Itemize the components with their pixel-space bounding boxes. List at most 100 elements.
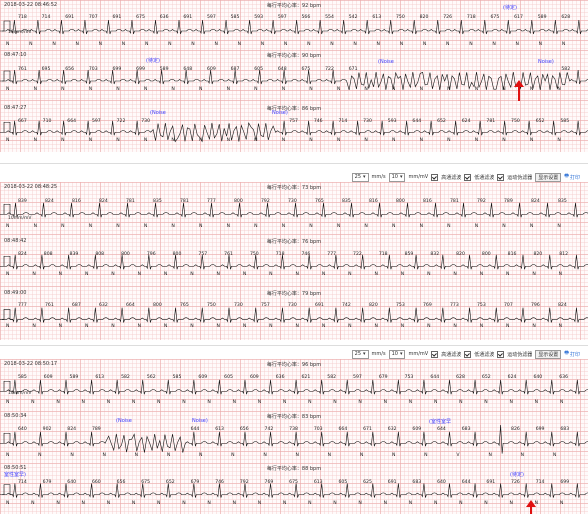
beat-label: N bbox=[336, 224, 341, 229]
beat-label: N bbox=[509, 400, 513, 405]
beat-label: N bbox=[137, 324, 142, 329]
ecg-strip: 08:47:27 每行平均心率：86 bpm (Noise Noise) 667… bbox=[0, 100, 588, 152]
beat-label: N bbox=[484, 501, 488, 506]
printer-icon: 🖶 bbox=[564, 350, 569, 356]
beat-label: N bbox=[392, 138, 396, 143]
beat-label: N bbox=[295, 453, 299, 458]
beat-label: N bbox=[474, 138, 479, 143]
beat-label: N bbox=[134, 453, 139, 458]
beat-label: N bbox=[116, 138, 120, 143]
beat-label: N bbox=[561, 42, 566, 47]
beat-label: N bbox=[33, 224, 37, 229]
display-settings-button[interactable]: 显示设置 bbox=[535, 349, 562, 359]
beat-label: N bbox=[557, 87, 561, 92]
motion-filter-checkbox[interactable] bbox=[497, 350, 505, 358]
highpass-checkbox[interactable] bbox=[431, 173, 439, 181]
beat-label: N bbox=[58, 272, 63, 277]
speed-select[interactable]: 25 ▾ bbox=[351, 172, 369, 182]
beat-label: N bbox=[88, 138, 93, 143]
beat-label: N bbox=[392, 224, 396, 229]
beat-label: N bbox=[383, 400, 388, 405]
beat-label: N bbox=[479, 324, 484, 329]
beat-label: N bbox=[84, 324, 89, 329]
beat-label: N bbox=[308, 501, 312, 506]
beat-label: N bbox=[61, 138, 65, 143]
beat-label: N bbox=[321, 272, 326, 277]
motion-filter-checkbox[interactable] bbox=[497, 173, 505, 181]
ecg-trace bbox=[0, 379, 588, 395]
beat-label: N bbox=[38, 453, 42, 458]
chevron-down-icon: ▾ bbox=[363, 351, 366, 357]
print-button[interactable]: 🖶 打印 bbox=[564, 350, 580, 358]
beat-label: N bbox=[492, 42, 496, 47]
beat-label: N bbox=[392, 87, 396, 92]
red-arrow-marker bbox=[514, 80, 524, 101]
beat-label: N bbox=[474, 224, 479, 229]
beat-label: N bbox=[433, 501, 438, 506]
beat-label: N bbox=[333, 501, 337, 506]
beat-label: N bbox=[168, 42, 172, 47]
beat-label: N bbox=[427, 272, 431, 277]
beat-label: N bbox=[348, 272, 352, 277]
beat-label: N bbox=[532, 324, 536, 329]
beat-label: N bbox=[102, 453, 106, 458]
beat-label: N bbox=[309, 224, 313, 229]
beat-label: N bbox=[6, 87, 10, 92]
ecg-trace bbox=[0, 307, 588, 323]
beat-label: N bbox=[308, 400, 312, 405]
ecg-strip: 08:50:51 每行平均心率：88 bpm 室性室早) (待定) 714 679… bbox=[0, 463, 588, 514]
beat-label: N bbox=[29, 42, 33, 47]
calibration-pulse bbox=[2, 255, 13, 267]
beat-label: N bbox=[214, 42, 218, 47]
highpass-checkbox[interactable] bbox=[431, 350, 439, 358]
beat-label: N bbox=[484, 400, 488, 405]
calibration-pulse bbox=[2, 70, 13, 82]
beat-label: N bbox=[254, 138, 258, 143]
beat-label: N bbox=[474, 87, 479, 92]
beat-label: N bbox=[336, 87, 341, 92]
beat-label: N bbox=[552, 453, 557, 458]
beat-label: V bbox=[456, 453, 460, 458]
beat-label: N bbox=[327, 453, 332, 458]
chevron-down-icon: ▾ bbox=[399, 174, 403, 180]
beat-label: N bbox=[557, 138, 561, 143]
beat-label-row: NNNNNNNNNNNNNNNNNNNNN bbox=[0, 138, 588, 145]
ecg-strip: 08:49:00 每行平均心率：79 bpm 777 761 687 632 664 80… bbox=[0, 286, 588, 340]
chevron-down-icon: ▾ bbox=[363, 174, 366, 180]
calibration-pulse bbox=[2, 432, 13, 444]
calibration-pulse bbox=[2, 484, 13, 495]
display-settings-button[interactable]: 显示设置 bbox=[535, 172, 562, 182]
beat-label: N bbox=[427, 324, 431, 329]
beat-label: N bbox=[446, 42, 450, 47]
lowpass-checkbox[interactable] bbox=[464, 173, 472, 181]
beat-label: N bbox=[237, 42, 242, 47]
beat-label: N bbox=[348, 324, 352, 329]
print-button[interactable]: 🖶 打印 bbox=[564, 173, 580, 181]
beat-label: N bbox=[376, 42, 380, 47]
beat-label: N bbox=[515, 42, 519, 47]
beat-label: N bbox=[254, 87, 258, 92]
chevron-down-icon: ▾ bbox=[399, 351, 403, 357]
beat-label: N bbox=[295, 272, 299, 277]
lowpass-checkbox[interactable] bbox=[464, 350, 472, 358]
beat-label: N bbox=[534, 400, 539, 405]
beat-label: N bbox=[383, 501, 388, 506]
gain-select[interactable]: 10 ▾ bbox=[388, 349, 406, 359]
beat-label: N bbox=[557, 224, 561, 229]
gain-select[interactable]: 10 ▾ bbox=[388, 172, 406, 182]
beat-label: N bbox=[558, 324, 563, 329]
beat-label: N bbox=[408, 501, 413, 506]
speed-select[interactable]: 25 ▾ bbox=[351, 349, 369, 359]
beat-label: N bbox=[558, 272, 563, 277]
ecg-strip: 08:50:34 每行平均心率：83 bpm (Noise Noise) (室性… bbox=[0, 411, 588, 463]
beat-label: N bbox=[88, 87, 93, 92]
beat-label: N bbox=[70, 453, 74, 458]
beat-label: N bbox=[257, 501, 262, 506]
beat-label: N bbox=[529, 138, 534, 143]
beat-label: N bbox=[81, 501, 85, 506]
beat-label: N bbox=[111, 272, 115, 277]
beat-label: N bbox=[32, 272, 36, 277]
ecg-waveform bbox=[0, 307, 588, 323]
beat-label: N bbox=[263, 453, 267, 458]
ecg-trace bbox=[0, 483, 588, 498]
